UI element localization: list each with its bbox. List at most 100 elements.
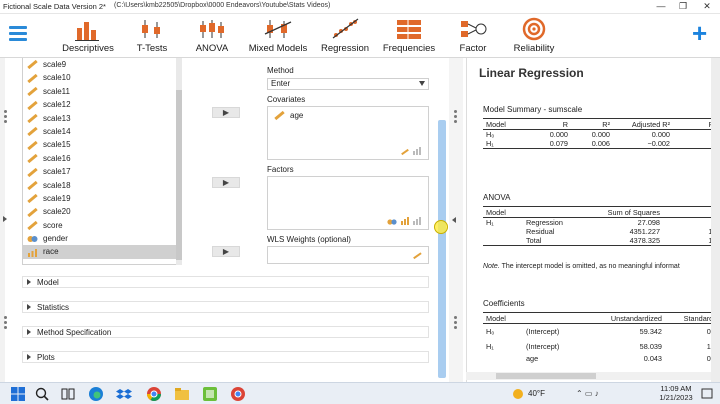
model-summary-table: Model R R² Adjusted R² RM H₀0.0000.0000.… xyxy=(483,118,720,149)
variable-item[interactable]: scale11 xyxy=(23,85,181,98)
table-row: Total4378.325116 xyxy=(483,236,720,246)
results-horizontal-scrollbar[interactable] xyxy=(466,372,711,380)
reliability-button[interactable]: Reliability xyxy=(510,16,558,56)
section-statistics[interactable]: Statistics xyxy=(22,301,429,313)
variable-name: scale16 xyxy=(43,153,71,163)
task-view-icon[interactable] xyxy=(60,386,76,402)
reliability-label: Reliability xyxy=(513,43,555,54)
expand-arrow-icon[interactable] xyxy=(3,216,7,222)
variable-item[interactable]: scale18 xyxy=(23,179,181,192)
anova-button[interactable]: ANOVA xyxy=(192,16,232,56)
hamburger-icon[interactable] xyxy=(9,26,27,42)
variable-list[interactable]: scale9 scale10 scale11 scale12 scale13 scale1… xyxy=(22,58,182,265)
mixed-models-label: Mixed Models xyxy=(248,43,308,54)
regression-button[interactable]: Regression xyxy=(318,16,372,56)
minimize-button[interactable]: — xyxy=(650,0,672,14)
variable-name: scale19 xyxy=(43,193,71,203)
variable-name: scale10 xyxy=(43,73,71,83)
expand-triangle-icon xyxy=(27,329,31,335)
wls-box[interactable] xyxy=(267,246,429,264)
factor-button[interactable]: Factor xyxy=(452,16,494,56)
anova-icon xyxy=(200,20,224,38)
variable-item[interactable]: scale12 xyxy=(23,98,181,111)
chrome-icon[interactable] xyxy=(146,386,162,402)
edge-browser-icon[interactable] xyxy=(88,386,104,402)
variable-item[interactable]: scale13 xyxy=(23,112,181,125)
clock-date: 1/21/2023 xyxy=(659,393,693,402)
variable-item[interactable]: scale10 xyxy=(23,71,181,84)
coefficients-caption: Coefficients xyxy=(483,299,525,308)
move-to-covariates-button[interactable]: ▶ xyxy=(212,107,240,118)
frequencies-button[interactable]: Frequencies xyxy=(380,16,438,56)
variable-name: scale20 xyxy=(43,207,71,217)
variable-item[interactable]: score xyxy=(23,219,181,232)
variable-name: race xyxy=(43,247,59,257)
covariate-name: age xyxy=(290,111,304,120)
scale-icon xyxy=(27,113,38,124)
move-to-factors-button[interactable]: ▶ xyxy=(212,177,240,188)
variable-item[interactable]: scale16 xyxy=(23,152,181,165)
results-scrollbar[interactable] xyxy=(711,58,720,382)
options-pane-scrollbar[interactable] xyxy=(438,120,446,378)
variable-name: gender xyxy=(43,234,68,244)
variable-item[interactable]: gender xyxy=(23,232,181,245)
variable-name: scale11 xyxy=(43,86,70,96)
factor-icon xyxy=(461,21,487,37)
section-model[interactable]: Model xyxy=(22,276,429,288)
splitter-handle-lower[interactable] xyxy=(454,316,457,331)
variable-item[interactable]: scale20 xyxy=(23,205,181,218)
model-summary-caption: Model Summary - sumscale xyxy=(483,105,583,114)
covariate-item[interactable]: age xyxy=(268,107,428,121)
descriptives-button[interactable]: Descriptives xyxy=(58,16,118,56)
dropbox-icon[interactable] xyxy=(116,386,132,402)
add-module-button[interactable]: + xyxy=(692,20,707,46)
method-label: Method xyxy=(267,66,294,75)
file-explorer-icon[interactable] xyxy=(174,386,190,402)
variable-item[interactable]: scale17 xyxy=(23,165,181,178)
left-drag-handle[interactable] xyxy=(4,110,7,125)
scale-icon xyxy=(27,180,38,191)
t-tests-label: T-Tests xyxy=(136,43,168,54)
variable-item[interactable]: scale19 xyxy=(23,192,181,205)
variable-name: scale13 xyxy=(43,113,71,123)
mixed-models-button[interactable]: Mixed Models xyxy=(246,16,310,56)
variable-name: scale17 xyxy=(43,167,71,177)
method-select[interactable]: Enter xyxy=(267,78,429,90)
table-row: age0.0430.051 xyxy=(526,353,720,363)
collapse-arrow-icon[interactable] xyxy=(452,217,456,223)
variable-item[interactable]: scale15 xyxy=(23,138,181,151)
windows-start-icon[interactable] xyxy=(10,386,26,402)
chevron-down-icon xyxy=(419,81,425,86)
factors-box[interactable] xyxy=(267,176,429,230)
scale-icon xyxy=(27,100,38,110)
scale-icon xyxy=(27,140,38,150)
search-icon[interactable] xyxy=(34,386,50,402)
results-title: Linear Regression xyxy=(479,66,584,80)
window-path: (C:\Users\kmb22505\Dropbox\0000 Endeavor… xyxy=(114,2,331,9)
system-tray-icons[interactable]: ⌃ ▭ ♪ xyxy=(576,389,599,398)
t-tests-icon xyxy=(142,20,160,38)
variable-item[interactable]: race xyxy=(23,245,181,259)
section-method-specification[interactable]: Method Specification xyxy=(22,326,429,338)
table-row: Residual4351.227115 xyxy=(526,227,720,236)
covariates-box[interactable]: age xyxy=(267,106,429,160)
restore-button[interactable]: ❐ xyxy=(672,0,694,14)
scale-icon xyxy=(27,167,38,177)
notification-icon[interactable] xyxy=(700,386,714,402)
section-plots[interactable]: Plots xyxy=(22,351,429,363)
t-tests-button[interactable]: T-Tests xyxy=(130,16,174,56)
ordinal-icon xyxy=(28,248,37,257)
anova-caption: ANOVA xyxy=(483,193,511,202)
move-to-wls-button[interactable]: ▶ xyxy=(212,246,240,257)
clock[interactable]: 11:09 AM 1/21/2023 xyxy=(658,384,694,402)
variable-item[interactable]: scale14 xyxy=(23,125,181,138)
variable-name: score xyxy=(43,220,63,230)
variable-list-scrollbar[interactable] xyxy=(176,58,182,265)
variable-item[interactable]: scale9 xyxy=(23,58,181,71)
chrome-active-icon[interactable] xyxy=(230,386,246,402)
scale-icon xyxy=(27,153,38,164)
splitter-handle[interactable] xyxy=(454,110,457,125)
jasp-app-icon[interactable] xyxy=(202,386,218,402)
close-button[interactable]: ✕ xyxy=(696,0,718,14)
left-drag-handle-lower[interactable] xyxy=(4,316,7,331)
